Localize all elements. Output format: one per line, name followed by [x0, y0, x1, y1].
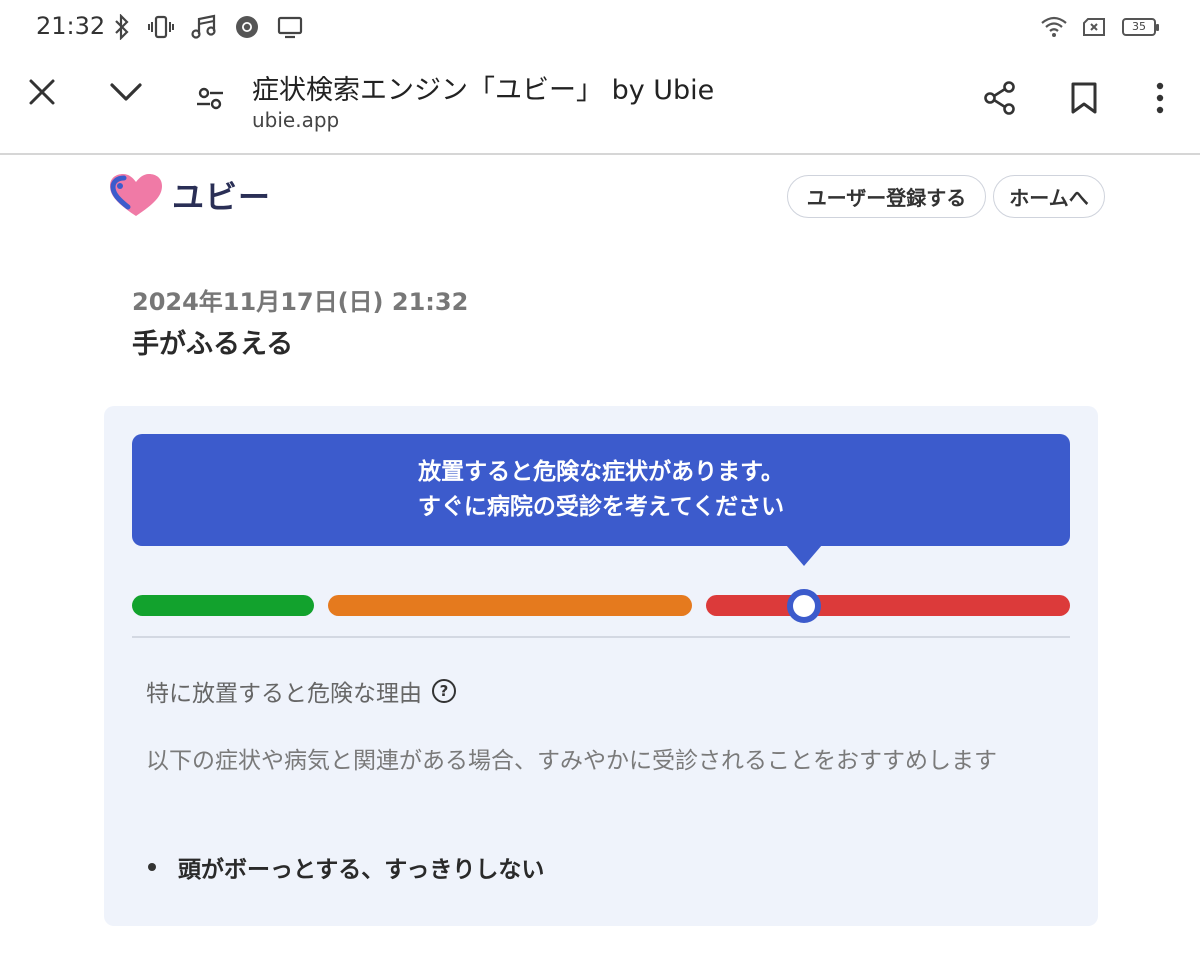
bookmark-button[interactable] [1056, 70, 1112, 126]
site-settings-button[interactable] [182, 70, 238, 126]
severity-bar-medium [328, 595, 692, 616]
bookmark-icon [1071, 82, 1097, 114]
home-button[interactable]: ホームへ [993, 175, 1105, 218]
tune-icon [197, 87, 223, 110]
more-vert-icon [1156, 82, 1164, 114]
help-icon[interactable]: ? [432, 679, 456, 703]
result-card: 放置すると危険な症状があります。 すぐに病院の受診を考えてください 特に放置する… [104, 406, 1098, 926]
banner-line-2: すぐに病院の受診を考えてください [417, 494, 785, 520]
share-icon [984, 81, 1015, 115]
minimize-button[interactable] [98, 64, 154, 120]
chevron-down-icon [110, 83, 142, 101]
ubie-logo[interactable]: ユビー [108, 172, 271, 218]
severity-bar-high [706, 595, 1070, 616]
battery-icon: 35 [1122, 18, 1159, 36]
severity-bar-low [132, 595, 314, 616]
bluetooth-icon [112, 14, 132, 40]
reason-heading: 特に放置すると危険な理由 ? [146, 674, 456, 708]
close-icon [29, 79, 55, 105]
share-button[interactable] [972, 70, 1028, 126]
status-icons-right: 35 [1040, 14, 1159, 40]
result-date: 2024年11月17日(日) 21:32 [132, 288, 469, 316]
wifi-icon [1040, 16, 1068, 38]
no-sim-icon [1082, 16, 1108, 38]
reason-list: 頭がボーっとする、すっきりしない [146, 850, 544, 884]
music-icon [190, 13, 218, 41]
more-menu-button[interactable] [1132, 70, 1188, 126]
list-item-text: 頭がボーっとする、すっきりしない [178, 857, 545, 883]
page-title: 症状検索エンジン「ユビー」 by Ubie [252, 75, 715, 106]
bullet [148, 863, 156, 871]
reason-heading-text: 特に放置すると危険な理由 [146, 681, 422, 707]
status-time: 21:32 [36, 12, 106, 40]
register-button[interactable]: ユーザー登録する [787, 175, 986, 218]
close-button[interactable] [14, 64, 70, 120]
vibrate-icon [148, 14, 174, 40]
list-item: 頭がボーっとする、すっきりしない [146, 850, 544, 884]
browser-toolbar: 症状検索エンジン「ユビー」 by Ubie ubie.app [0, 54, 1200, 155]
urgency-banner: 放置すると危険な症状があります。 すぐに病院の受診を考えてください [132, 434, 1070, 546]
divider [132, 636, 1070, 638]
page-url[interactable]: ubie.app [252, 108, 339, 132]
banner-pointer [786, 545, 822, 566]
banner-line-1: 放置すると危険な症状があります。 [418, 459, 784, 485]
status-bar: 21:32 35 [0, 0, 1200, 54]
symptom-title: 手がふるえる [132, 329, 294, 360]
chrome-icon [234, 14, 260, 40]
severity-marker [787, 589, 821, 623]
cast-icon [276, 14, 304, 40]
status-icons-left [112, 12, 304, 42]
heart-logo-icon [110, 174, 162, 216]
reason-description: 以下の症状や病気と関連がある場合、すみやかに受診されることをおすすめします [146, 748, 997, 774]
logo-text: ユビー [172, 178, 272, 216]
